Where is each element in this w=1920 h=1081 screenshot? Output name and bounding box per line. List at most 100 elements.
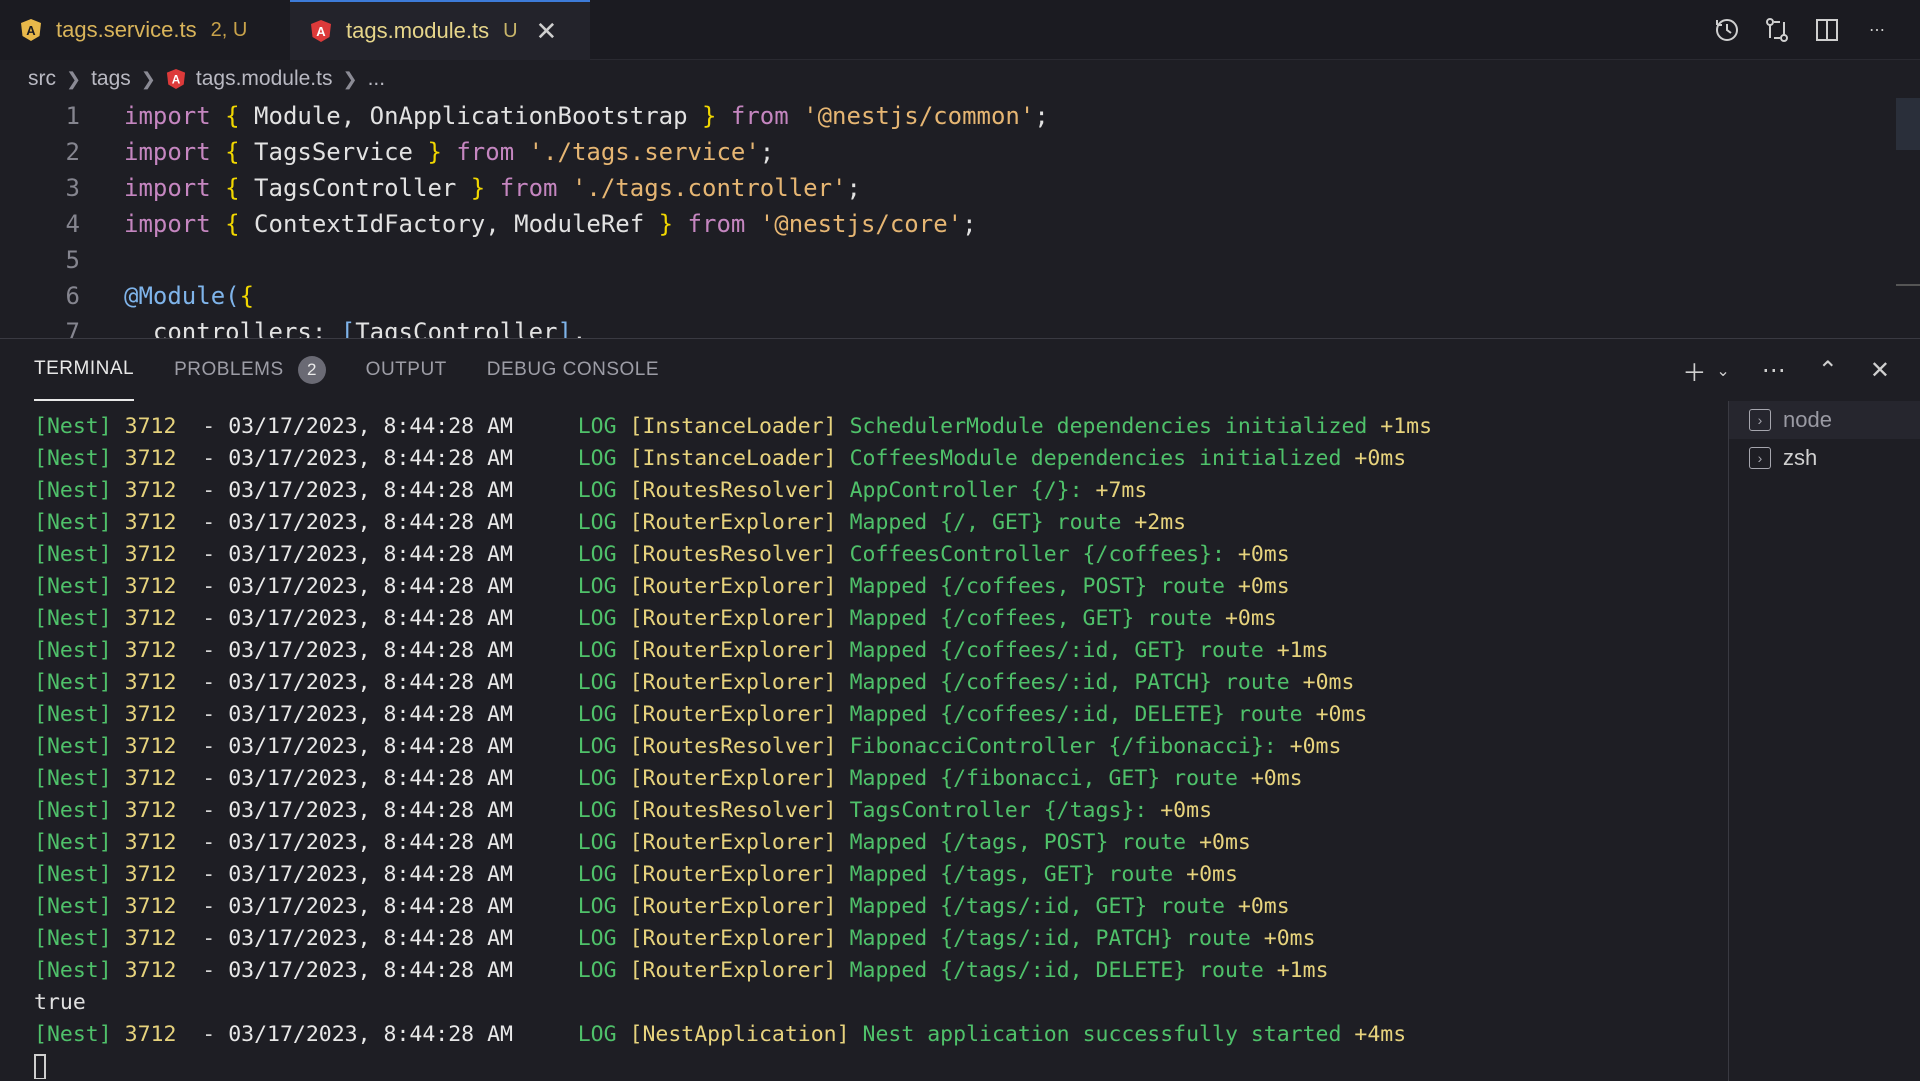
chevron-right-icon: ❯ [66,68,82,89]
log-prefix: [Nest] [34,830,112,855]
breadcrumb-item-symbol[interactable]: ... [368,67,386,91]
close-icon[interactable]: ✕ [536,16,558,47]
log-message: CoffeesController {/coffees}: [849,542,1225,567]
process-id: 3712 [124,542,177,567]
code-token: import [124,138,211,166]
breadcrumb-item-tags[interactable]: tags [91,67,131,91]
log-level: LOG [577,830,617,855]
terminal-output[interactable]: [Nest] 3712 - 03/17/2023, 8:44:28 AM LOG… [34,411,1724,1079]
process-id: 3712 [124,510,177,535]
terminal-tabs-list: › node › zsh [1728,401,1920,1081]
code-editor[interactable]: 1 import { Module, OnApplicationBootstrap… [0,98,1920,338]
terminal-item-node[interactable]: › node [1729,401,1920,439]
breadcrumb-item-src[interactable]: src [28,67,56,91]
terminal-output-text: true [34,990,86,1015]
line-number: 6 [65,282,80,310]
log-prefix: [Nest] [34,958,112,983]
more-actions-icon[interactable]: ⋯ [1864,17,1890,43]
terminal-item-zsh[interactable]: › zsh [1729,439,1920,477]
log-duration: +0ms [1199,830,1251,855]
terminal-line: [Nest] 3712 - 03/17/2023, 8:44:28 AM LOG… [34,414,1433,439]
log-level: LOG [577,1022,617,1047]
log-level: LOG [577,702,617,727]
terminal-line: [Nest] 3712 - 03/17/2023, 8:44:28 AM LOG… [34,574,1290,599]
log-duration: +1ms [1276,958,1329,983]
code-line: 7 controllers: [TagsController], [0,314,1920,338]
breadcrumb-item-file[interactable]: tags.module.ts [196,67,333,91]
tab-label: TERMINAL [34,358,135,379]
log-context: [RouterExplorer] [629,510,837,535]
new-terminal-icon[interactable]: ＋ [1682,353,1706,388]
log-context: [RouterExplorer] [629,606,837,631]
tab-status: U [503,19,518,42]
timestamp: 03/17/2023, 8:44:28 AM [228,574,513,599]
tab-problems[interactable]: PROBLEMS 2 [174,339,326,401]
editor-scrollbar[interactable] [1896,98,1920,150]
log-context: [NestApplication] [629,1022,850,1047]
tab-terminal[interactable]: TERMINAL [34,339,135,401]
code-line: 1 import { Module, OnApplicationBootstrap… [0,98,1920,134]
code-token: { [225,102,240,130]
editor-actions: ⋯ [1714,0,1920,59]
chevron-right-icon: ❯ [342,68,358,89]
code-line: 4 import { ContextIdFactory, ModuleRef } … [0,206,1920,242]
close-panel-icon[interactable]: ✕ [1870,356,1890,385]
code-token: @Module( [124,282,240,310]
log-prefix: [Nest] [34,766,112,791]
tab-tags-service[interactable]: A tags.service.ts 2, U [0,0,290,60]
timestamp: 03/17/2023, 8:44:28 AM [228,766,513,791]
process-id: 3712 [124,958,177,983]
log-duration: +0ms [1186,862,1238,887]
log-prefix: [Nest] [34,446,112,471]
terminal-icon: › [1749,447,1771,469]
compare-changes-icon[interactable] [1764,17,1790,43]
tab-output[interactable]: OUTPUT [366,339,447,401]
log-prefix: [Nest] [34,734,112,759]
terminal-line: [Nest] 3712 - 03/17/2023, 8:44:28 AM LOG… [34,862,1238,887]
chevron-right-icon: ❯ [140,68,156,89]
code-token: import [124,174,211,202]
tab-label: PROBLEMS [174,359,284,380]
timestamp: 03/17/2023, 8:44:28 AM [228,638,513,663]
tab-debug-console[interactable]: DEBUG CONSOLE [487,339,659,401]
tab-label: tags.service.ts [56,17,197,42]
log-context: [RouterExplorer] [629,670,837,695]
log-message: Mapped {/tags/:id, PATCH} route [849,926,1251,951]
breadcrumb: src ❯ tags ❯ A tags.module.ts ❯ ... [0,60,1920,98]
log-message: Mapped {/coffees, POST} route [849,574,1225,599]
log-level: LOG [577,862,617,887]
code-token: TagsService [239,138,428,166]
log-duration: +0ms [1302,670,1355,695]
log-context: [RouterExplorer] [629,574,837,599]
log-duration: +0ms [1237,542,1290,567]
terminal-line: [Nest] 3712 - 03/17/2023, 8:44:28 AM LOG… [34,1022,1407,1047]
log-prefix: [Nest] [34,862,112,887]
chevron-down-icon[interactable]: ⌄ [1716,361,1729,381]
code-token: from [499,174,558,202]
code-line: 3 import { TagsController } from './tags.… [0,170,1920,206]
maximize-panel-icon[interactable]: ⌃ [1818,356,1838,385]
split-editor-icon[interactable] [1814,17,1840,43]
panel-actions: ＋ ⌄ ⋯ ⌃ ✕ [1682,353,1890,388]
log-message: Mapped {/coffees/:id, PATCH} route [849,670,1290,695]
code-token: './tags.controller' [571,174,847,202]
log-level: LOG [577,734,617,759]
timestamp: 03/17/2023, 8:44:28 AM [228,702,513,727]
log-message: SchedulerModule dependencies initialized [849,414,1368,439]
timestamp: 03/17/2023, 8:44:28 AM [228,446,513,471]
timeline-history-icon[interactable] [1714,17,1740,43]
tab-tags-module[interactable]: A tags.module.ts U ✕ [290,0,590,60]
line-number: 4 [65,210,80,238]
code-text: @Module({ [80,282,254,310]
terminal-icon: › [1749,409,1771,431]
log-level: LOG [577,574,617,599]
log-prefix: [Nest] [34,478,112,503]
timestamp: 03/17/2023, 8:44:28 AM [228,798,513,823]
more-actions-icon[interactable]: ⋯ [1762,356,1786,385]
